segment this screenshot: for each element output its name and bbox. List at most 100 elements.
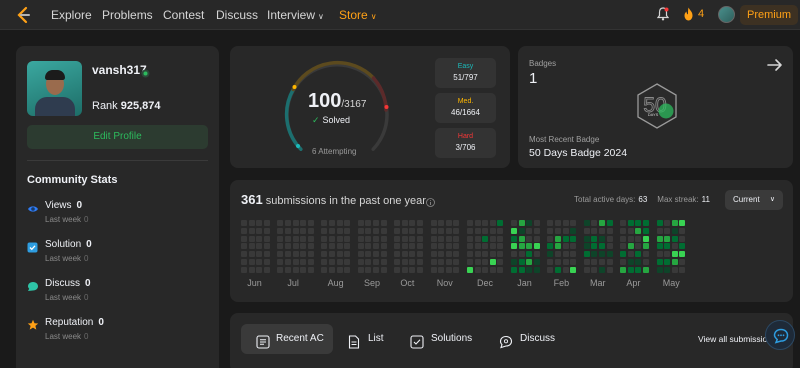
heatmap-cell[interactable] <box>300 220 307 226</box>
heatmap-cell[interactable] <box>620 235 627 242</box>
heatmap-cell[interactable] <box>562 266 569 273</box>
heatmap-cell[interactable] <box>533 227 540 234</box>
heatmap-cell[interactable] <box>394 251 401 258</box>
heatmap-cell[interactable] <box>489 259 496 265</box>
heatmap-cell[interactable] <box>627 235 634 242</box>
heatmap-cell[interactable] <box>373 243 379 250</box>
heatmap-cell[interactable] <box>263 235 270 242</box>
heatmap-cell[interactable] <box>643 227 649 234</box>
heatmap-cell[interactable] <box>643 220 649 226</box>
heatmap-cell[interactable] <box>409 251 416 258</box>
heatmap-cell[interactable] <box>292 266 299 273</box>
heatmap-cell[interactable] <box>394 220 401 226</box>
heatmap-cell[interactable] <box>467 235 473 242</box>
heatmap-cell[interactable] <box>635 227 642 234</box>
heatmap-cell[interactable] <box>656 243 663 250</box>
heatmap-cell[interactable] <box>583 235 590 242</box>
heatmap-cell[interactable] <box>547 259 554 265</box>
heatmap-cell[interactable] <box>533 220 540 226</box>
heatmap-cell[interactable] <box>606 243 613 250</box>
heatmap-cell[interactable] <box>474 227 481 234</box>
heatmap-cell[interactable] <box>467 227 473 234</box>
heatmap-cell[interactable] <box>248 227 255 234</box>
heatmap-cell[interactable] <box>380 235 387 242</box>
heatmap-cell[interactable] <box>285 220 291 226</box>
heatmap-cell[interactable] <box>321 259 328 265</box>
heatmap-cell[interactable] <box>409 259 416 265</box>
heatmap-cell[interactable] <box>256 266 263 273</box>
heatmap-cell[interactable] <box>643 243 649 250</box>
heatmap-cell[interactable] <box>409 235 416 242</box>
heatmap-cell[interactable] <box>256 220 263 226</box>
heatmap-cell[interactable] <box>292 259 299 265</box>
heatmap-cell[interactable] <box>438 235 445 242</box>
nav-discuss[interactable]: Discuss <box>216 8 258 22</box>
heatmap-cell[interactable] <box>620 227 627 234</box>
heatmap-cell[interactable] <box>445 220 452 226</box>
heatmap-cell[interactable] <box>474 266 481 273</box>
heatmap-cell[interactable] <box>373 235 379 242</box>
heatmap-cell[interactable] <box>277 243 284 250</box>
heatmap-cell[interactable] <box>417 259 423 265</box>
heatmap-cell[interactable] <box>380 243 387 250</box>
heatmap-cell[interactable] <box>329 243 335 250</box>
heatmap-cell[interactable] <box>497 266 504 273</box>
heatmap-cell[interactable] <box>438 220 445 226</box>
heatmap-cell[interactable] <box>635 266 642 273</box>
heatmap-cell[interactable] <box>445 227 452 234</box>
heatmap-cell[interactable] <box>241 259 247 265</box>
heatmap-cell[interactable] <box>263 266 270 273</box>
heatmap-cell[interactable] <box>555 235 561 242</box>
heatmap-cell[interactable] <box>285 243 291 250</box>
heatmap-cell[interactable] <box>656 266 663 273</box>
heatmap-cell[interactable] <box>570 251 577 258</box>
heatmap-cell[interactable] <box>533 266 540 273</box>
heatmap-cell[interactable] <box>620 220 627 226</box>
heatmap-cell[interactable] <box>321 251 328 258</box>
heatmap-cell[interactable] <box>300 235 307 242</box>
heatmap-cell[interactable] <box>482 243 489 250</box>
premium-button[interactable]: Premium <box>740 5 798 25</box>
heatmap-cell[interactable] <box>401 251 408 258</box>
arrow-right-icon[interactable] <box>767 58 783 77</box>
heatmap-cell[interactable] <box>606 251 613 258</box>
heatmap-cell[interactable] <box>679 259 686 265</box>
heatmap-cell[interactable] <box>606 227 613 234</box>
heatmap-cell[interactable] <box>643 266 649 273</box>
leetcode-logo-icon[interactable] <box>15 6 31 29</box>
heatmap-cell[interactable] <box>285 251 291 258</box>
heatmap-cell[interactable] <box>591 259 598 265</box>
heatmap-cell[interactable] <box>547 235 554 242</box>
heatmap-cell[interactable] <box>321 235 328 242</box>
heatmap-cell[interactable] <box>373 227 379 234</box>
heatmap-cell[interactable] <box>248 259 255 265</box>
heatmap-cell[interactable] <box>401 227 408 234</box>
heatmap-cell[interactable] <box>489 251 496 258</box>
heatmap-cell[interactable] <box>526 259 533 265</box>
heatmap-cell[interactable] <box>547 220 554 226</box>
heatmap-cell[interactable] <box>591 235 598 242</box>
heatmap-cell[interactable] <box>497 235 504 242</box>
heatmap-cell[interactable] <box>445 266 452 273</box>
heatmap-cell[interactable] <box>357 259 364 265</box>
heatmap-cell[interactable] <box>533 259 540 265</box>
heatmap-cell[interactable] <box>409 243 416 250</box>
heatmap-cell[interactable] <box>430 266 437 273</box>
heatmap-cell[interactable] <box>635 220 642 226</box>
heatmap-cell[interactable] <box>277 251 284 258</box>
heatmap-cell[interactable] <box>555 259 561 265</box>
heatmap-cell[interactable] <box>256 227 263 234</box>
heatmap-cell[interactable] <box>547 227 554 234</box>
heatmap-cell[interactable] <box>453 220 460 226</box>
heatmap-cell[interactable] <box>277 227 284 234</box>
heatmap-cell[interactable] <box>664 220 671 226</box>
heatmap-cell[interactable] <box>365 266 372 273</box>
heatmap-cell[interactable] <box>336 227 343 234</box>
heatmap-cell[interactable] <box>300 251 307 258</box>
heatmap-cell[interactable] <box>417 227 423 234</box>
heatmap-cell[interactable] <box>671 243 678 250</box>
heatmap-cell[interactable] <box>263 227 270 234</box>
heatmap-cell[interactable] <box>467 220 473 226</box>
heatmap-cell[interactable] <box>241 266 247 273</box>
period-select[interactable]: Current ∨ <box>725 190 783 210</box>
